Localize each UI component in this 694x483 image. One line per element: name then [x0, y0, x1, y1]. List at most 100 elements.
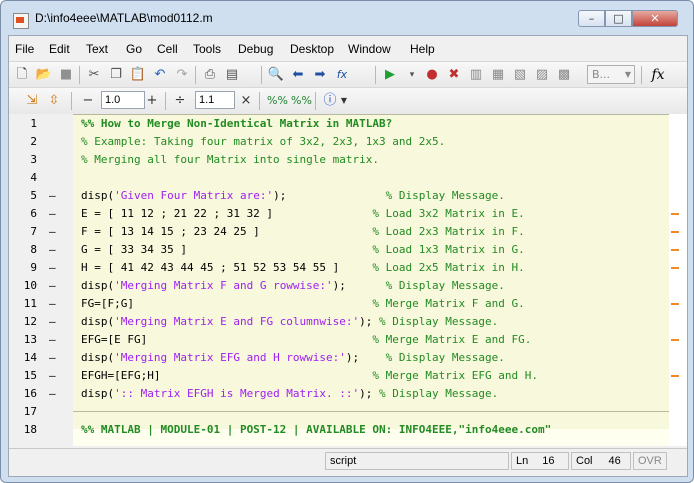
warning-marker[interactable]	[671, 303, 679, 305]
copy-icon[interactable]: ❐	[107, 66, 125, 84]
publish-icon[interactable]: ▤	[223, 66, 241, 84]
find-icon[interactable]: 🔍	[267, 66, 285, 84]
breakpoint-marker[interactable]: –	[49, 259, 56, 277]
warning-marker[interactable]	[671, 267, 679, 269]
menu-debug[interactable]: Debug	[238, 42, 273, 56]
breakpoint-marker[interactable]: –	[49, 295, 56, 313]
run-icon[interactable]: ▶	[381, 66, 399, 84]
breakpoint-marker[interactable]: –	[49, 331, 56, 349]
breakpoint-marker[interactable]: –	[49, 367, 56, 385]
code-line[interactable]: 3 % Merging all four Matrix into single m…	[9, 151, 687, 169]
breakpoint-marker[interactable]: –	[49, 313, 56, 331]
increment-button[interactable]: +	[143, 92, 161, 110]
cut-icon[interactable]: ✂	[85, 66, 103, 84]
code-token: 'Merging Matrix EFG and H rowwise:'	[114, 351, 346, 364]
function-browser-icon[interactable]: fx	[333, 66, 351, 84]
code-line[interactable]: 5– disp('Given Four Matrix are:'); % Disp…	[9, 187, 687, 205]
code-token: );	[359, 387, 380, 400]
warning-marker[interactable]	[671, 249, 679, 251]
menu-desktop[interactable]: Desktop	[290, 42, 334, 56]
run-dropdown-icon[interactable]: ▾	[403, 66, 421, 84]
code-line[interactable]: 11– FG=[F;G] % Merge Matrix F and G.	[9, 295, 687, 313]
code-line[interactable]: 16– disp(':: Matrix EFGH is Merged Matrix…	[9, 385, 687, 403]
breakpoint-marker[interactable]: –	[49, 187, 56, 205]
editor-window: D:\info4eee\MATLAB\mod0112.m – □ ✕ File …	[0, 0, 694, 483]
code-token: F = [ 13 14 15 ; 23 24 25 ]	[81, 225, 373, 238]
code-text: disp('Merging Matrix F and G rowwise:');…	[81, 277, 505, 295]
step-in-icon[interactable]: ▦	[489, 66, 507, 84]
breakpoint-marker[interactable]: –	[49, 205, 56, 223]
maximize-button[interactable]: □	[605, 10, 632, 27]
step-icon[interactable]: ▥	[467, 66, 485, 84]
save-icon[interactable]: ■	[57, 66, 75, 84]
function-icon[interactable]: fx	[649, 66, 667, 84]
exit-debug-icon[interactable]: ▩	[555, 66, 573, 84]
code-line[interactable]: 17	[9, 403, 687, 421]
warning-marker[interactable]	[671, 375, 679, 377]
menu-edit[interactable]: Edit	[49, 42, 70, 56]
remove-cell-divider-icon[interactable]: %%	[291, 92, 312, 110]
menu-tools[interactable]: Tools	[193, 42, 221, 56]
warning-marker[interactable]	[671, 339, 679, 341]
chevron-down-icon[interactable]: ▼	[335, 92, 353, 110]
breakpoint-marker[interactable]: –	[49, 385, 56, 403]
forward-icon[interactable]: ➡	[311, 66, 329, 84]
code-line[interactable]: 14– disp('Merging Matrix EFG and H rowwis…	[9, 349, 687, 367]
close-button[interactable]: ✕	[632, 10, 678, 27]
multiply-button[interactable]: ×	[237, 92, 255, 110]
insert-cell-divider-icon[interactable]: %%	[267, 92, 288, 110]
code-line[interactable]: 4	[9, 169, 687, 187]
breakpoint-marker[interactable]: –	[49, 241, 56, 259]
clear-breakpoints-icon[interactable]: ✖	[445, 66, 463, 84]
decrement-value-field[interactable]: 1.0	[101, 91, 145, 109]
eval-cell-advance-icon[interactable]: ⇳	[45, 92, 63, 110]
code-line[interactable]: 10– disp('Merging Matrix F and G rowwise:…	[9, 277, 687, 295]
stack-combo[interactable]: B... ▼	[587, 65, 635, 84]
breakpoint-marker[interactable]: –	[49, 223, 56, 241]
code-line[interactable]: 7– F = [ 13 14 15 ; 23 24 25 ] % Load 2x3…	[9, 223, 687, 241]
menu-file[interactable]: File	[15, 42, 34, 56]
warning-marker[interactable]	[671, 231, 679, 233]
print-icon[interactable]: ⎙	[201, 66, 219, 84]
breakpoint-marker[interactable]: –	[49, 277, 56, 295]
menu-help[interactable]: Help	[410, 42, 435, 56]
warning-marker[interactable]	[671, 213, 679, 215]
code-token: % Load 2x3 Matrix in F.	[372, 225, 525, 238]
open-folder-icon[interactable]: 📂	[35, 66, 53, 84]
code-line[interactable]: 9– H = [ 41 42 43 44 45 ; 51 52 53 54 55 …	[9, 259, 687, 277]
code-line[interactable]: 2 % Example: Taking four matrix of 3x2, 2…	[9, 133, 687, 151]
breakpoint-marker[interactable]: –	[49, 349, 56, 367]
code-line[interactable]: 12– disp('Merging Matrix E and FG columnw…	[9, 313, 687, 331]
title-bar[interactable]: D:\info4eee\MATLAB\mod0112.m – □ ✕	[1, 1, 693, 35]
new-file-icon[interactable]: 🗋	[13, 66, 31, 84]
code-editor[interactable]: 1 %% How to Merge Non-Identical Matrix in…	[9, 114, 687, 446]
code-line[interactable]: 1 %% How to Merge Non-Identical Matrix in…	[9, 115, 687, 133]
divide-button[interactable]: ÷	[171, 92, 189, 110]
menu-go[interactable]: Go	[126, 42, 142, 56]
toolbar-separator	[641, 66, 642, 84]
code-token: );	[345, 351, 386, 364]
line-number-label: 16	[23, 387, 37, 400]
decrement-button[interactable]: −	[79, 92, 97, 110]
code-token: % Load 1x3 Matrix in G.	[372, 243, 525, 256]
menu-cell[interactable]: Cell	[157, 42, 178, 56]
code-line[interactable]: 15– EFGH=[EFG;H] % Merge Matrix EFG and H…	[9, 367, 687, 385]
code-line[interactable]: 8– G = [ 33 34 35 ] % Load 1x3 Matrix in …	[9, 241, 687, 259]
code-token: disp(	[81, 387, 115, 400]
code-token: % Display Message.	[385, 279, 505, 292]
code-line[interactable]: 18 %% MATLAB | MODULE-01 | POST-12 | AVAI…	[9, 421, 687, 439]
redo-icon[interactable]: ↷	[173, 66, 191, 84]
paste-icon[interactable]: 📋	[129, 66, 147, 84]
menu-text[interactable]: Text	[86, 42, 108, 56]
continue-icon[interactable]: ▨	[533, 66, 551, 84]
code-line[interactable]: 6– E = [ 11 12 ; 21 22 ; 31 32 ] % Load 3…	[9, 205, 687, 223]
step-out-icon[interactable]: ▧	[511, 66, 529, 84]
menu-window[interactable]: Window	[348, 42, 391, 56]
code-line[interactable]: 13– EFG=[E FG] % Merge Matrix E and FG.	[9, 331, 687, 349]
minimize-button[interactable]: –	[578, 10, 605, 27]
eval-cell-icon[interactable]: ⇲	[23, 92, 41, 110]
back-icon[interactable]: ⬅	[289, 66, 307, 84]
scale-value-field[interactable]: 1.1	[195, 91, 235, 109]
undo-icon[interactable]: ↶	[151, 66, 169, 84]
set-breakpoint-icon[interactable]: ●	[423, 66, 441, 84]
